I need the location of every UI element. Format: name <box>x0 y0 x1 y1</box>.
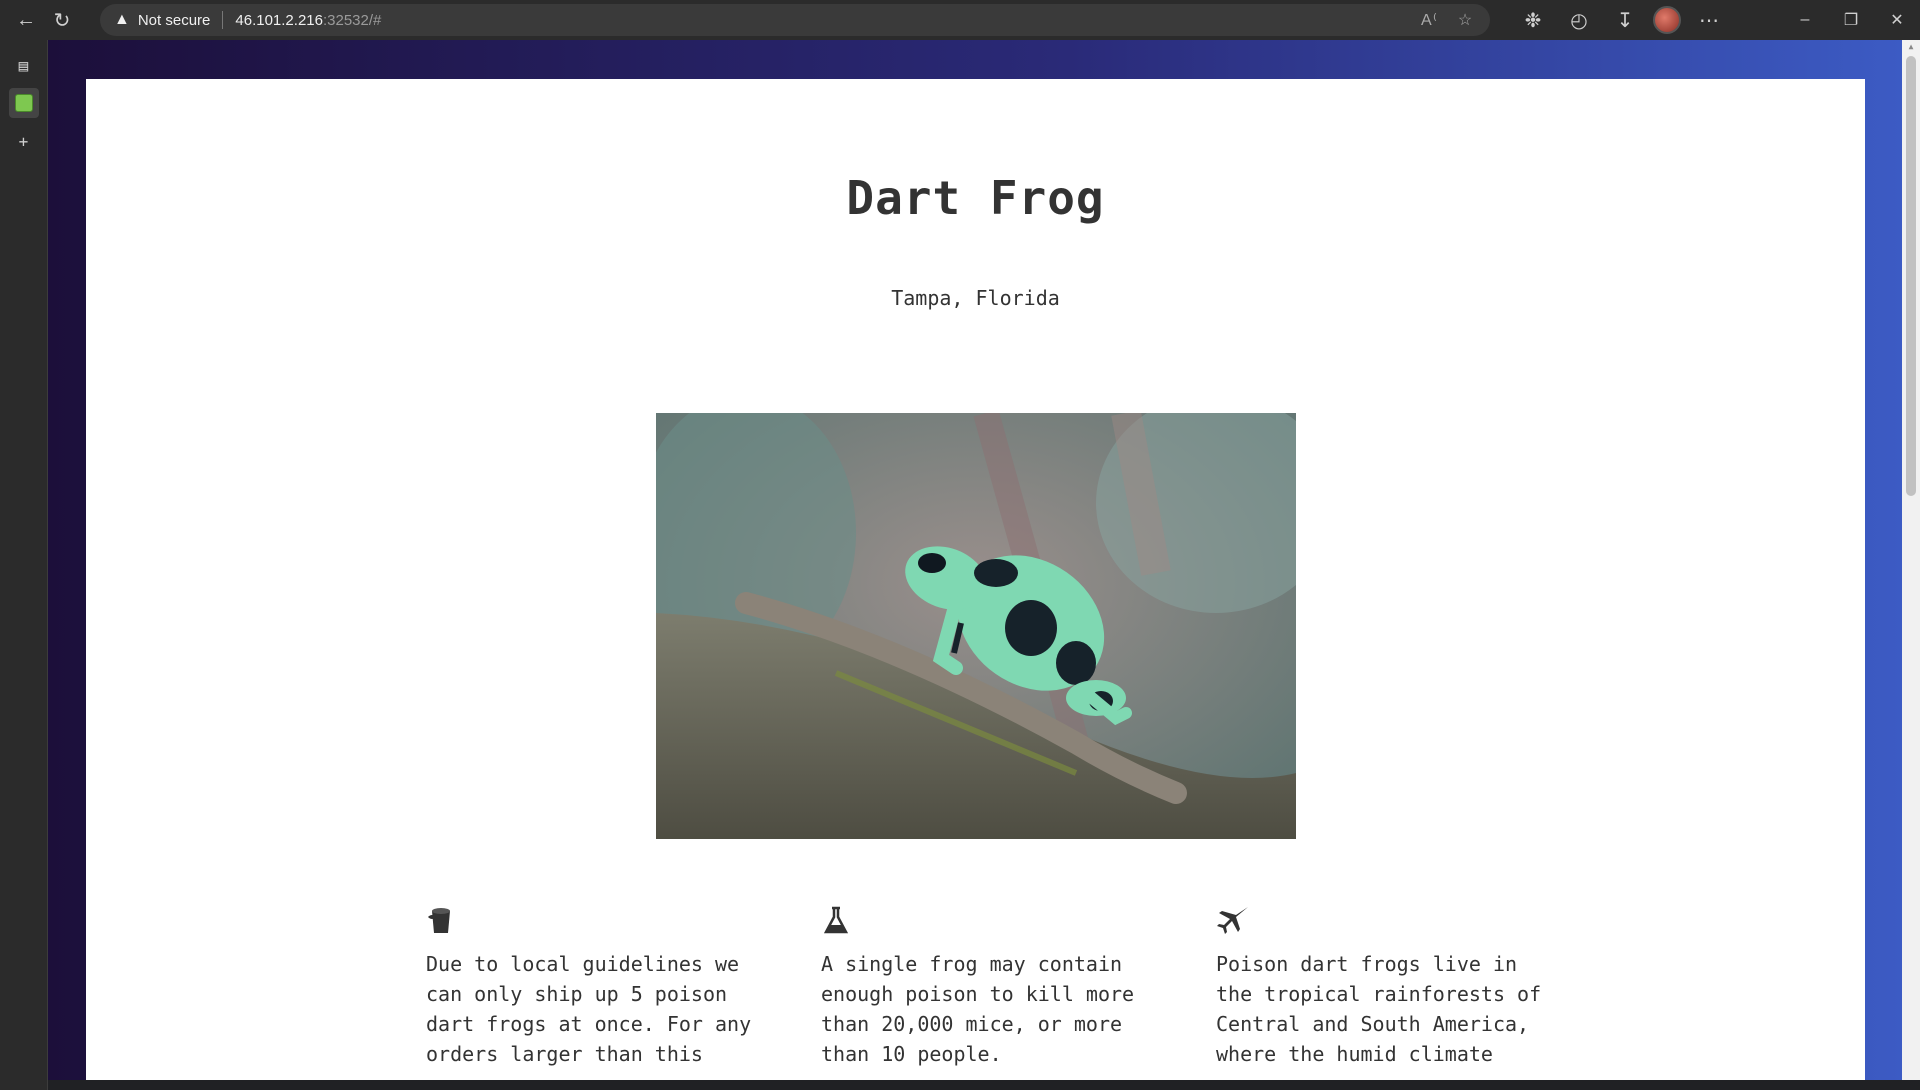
tab-current[interactable] <box>8 88 39 118</box>
plane-icon <box>1216 905 1248 935</box>
downloads-icon[interactable]: ↧ <box>1607 2 1643 38</box>
close-icon[interactable]: ✕ <box>1874 0 1920 40</box>
restore-icon[interactable]: ❐ <box>1828 0 1874 40</box>
location-text: Tampa, Florida <box>891 286 1060 310</box>
features-row: Due to local guidelines we can only ship… <box>426 905 1546 1069</box>
tab-favicon-icon <box>14 94 33 112</box>
page-scrollbar[interactable]: ▲ <box>1902 40 1920 1080</box>
address-bar[interactable]: ▲ Not secure 46.101.2.216:32532/# A ⁽ ☆ <box>100 4 1490 36</box>
read-aloud-icon[interactable]: A ⁽ <box>1414 2 1444 38</box>
feature-text: Due to local guidelines we can only ship… <box>426 952 752 1066</box>
more-menu-icon[interactable]: ⋯ <box>1691 2 1727 38</box>
bucket-icon <box>426 905 456 935</box>
feature-habitat: Poison dart frogs live in the tropical r… <box>1216 905 1546 1069</box>
page-title: Dart Frog <box>846 171 1105 225</box>
new-tab-icon[interactable]: + <box>9 126 39 156</box>
flask-icon <box>821 905 851 935</box>
vertical-tabs-sidebar: ▤ + <box>0 40 48 1090</box>
feature-text: Poison dart frogs live in the tropical r… <box>1216 952 1542 1066</box>
reload-icon[interactable]: ↻ <box>44 2 80 38</box>
frog-illustration <box>656 413 1296 839</box>
page-viewport: Dart Frog Tampa, Florida Due to local gu… <box>48 40 1902 1080</box>
minimize-icon[interactable]: – <box>1782 0 1828 40</box>
scrollbar-thumb[interactable] <box>1906 56 1916 496</box>
scroll-up-icon[interactable]: ▲ <box>1906 42 1916 52</box>
warning-icon: ▲ <box>114 11 130 28</box>
feature-text: A single frog may contain enough poison … <box>821 952 1135 1066</box>
tab-actions-icon[interactable]: ▤ <box>9 50 39 80</box>
extensions-icon[interactable]: ❉ <box>1515 2 1551 38</box>
favorite-star-icon[interactable]: ☆ <box>1450 2 1480 38</box>
profile-avatar[interactable] <box>1653 6 1681 34</box>
divider <box>222 11 224 29</box>
feature-poison: A single frog may contain enough poison … <box>821 905 1151 1069</box>
url-path[interactable]: :32532/# <box>323 12 381 29</box>
security-label[interactable]: Not secure <box>138 12 211 29</box>
history-icon[interactable]: ◴ <box>1561 2 1597 38</box>
frog-photo <box>656 413 1296 839</box>
browser-toolbar: ← ↻ ▲ Not secure 46.101.2.216:32532/# A … <box>0 0 1920 40</box>
feature-shipping: Due to local guidelines we can only ship… <box>426 905 756 1069</box>
url-host[interactable]: 46.101.2.216 <box>235 12 323 29</box>
back-icon[interactable]: ← <box>8 2 44 38</box>
content-card: Dart Frog Tampa, Florida Due to local gu… <box>86 79 1865 1080</box>
